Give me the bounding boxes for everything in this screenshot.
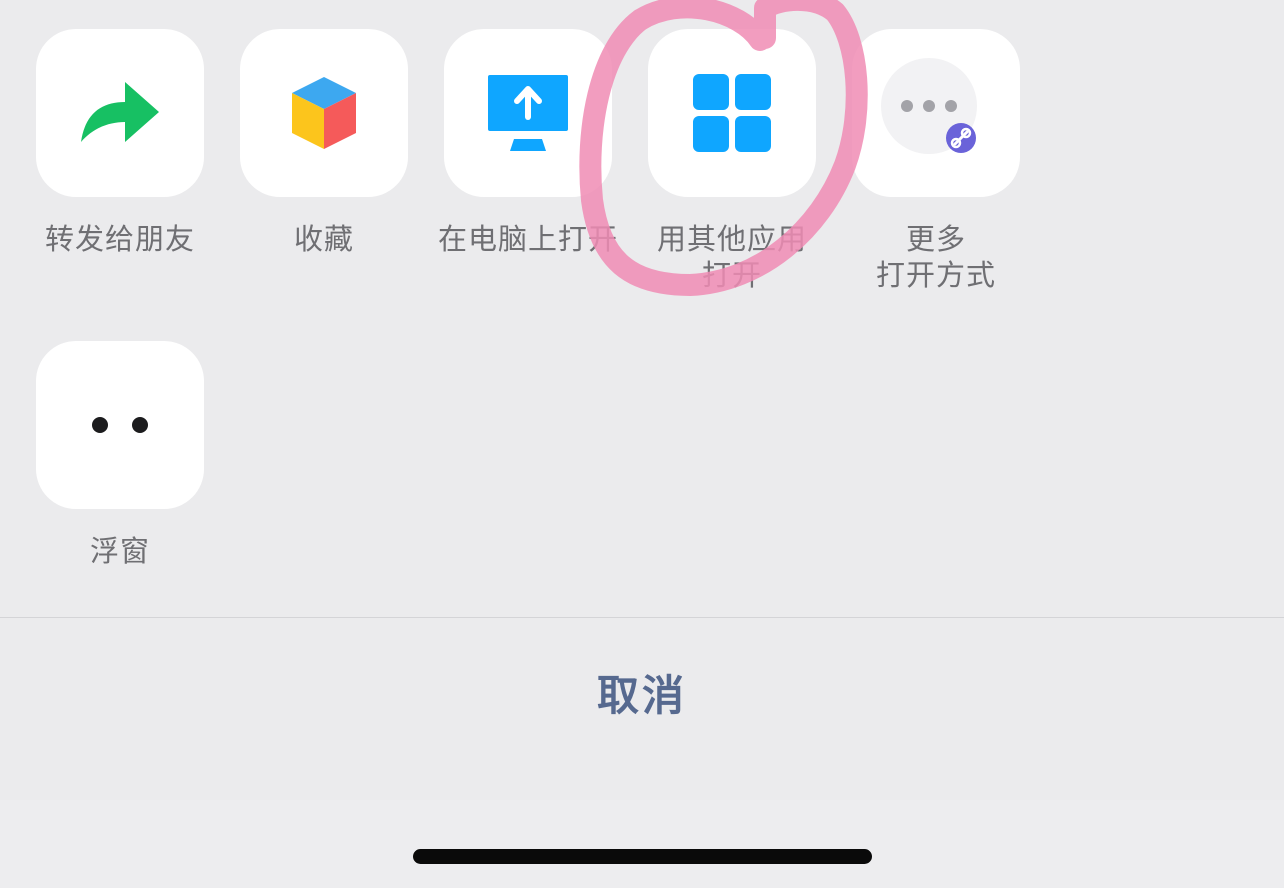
- action-open-on-computer[interactable]: 在电脑上打开: [426, 29, 630, 257]
- cancel-label: 取消: [596, 670, 687, 720]
- forward-arrow-icon: [81, 82, 159, 142]
- home-indicator[interactable]: [413, 849, 872, 864]
- action-label-line: 打开方式: [875, 258, 996, 292]
- cancel-button[interactable]: 取消: [0, 618, 1284, 768]
- float-window-dots-icon: [92, 417, 148, 433]
- more-dots-icon: [881, 58, 977, 154]
- action-tile[interactable]: [36, 29, 204, 197]
- action-label-line: 浮窗: [89, 534, 150, 568]
- action-label: 更多 打开方式: [834, 221, 1038, 293]
- action-label-line: 转发给朋友: [44, 222, 195, 256]
- action-label-line: 打开: [701, 258, 762, 292]
- share-sheet: 转发给朋友 收藏 在电脑上打开 用其他应用 打开 更多 打开方式 浮窗 取消: [0, 0, 1284, 888]
- action-label-line: 收藏: [293, 222, 354, 256]
- monitor-upload-icon: [488, 75, 568, 151]
- bottom-safe-area: [0, 800, 1284, 888]
- action-label-line: 用其他应用: [656, 222, 807, 256]
- app-grid-icon: [693, 74, 771, 152]
- favorite-cube-icon: [292, 77, 356, 149]
- action-label: 转发给朋友: [18, 221, 222, 257]
- action-label-line: 更多: [905, 222, 966, 256]
- action-forward-to-friend[interactable]: 转发给朋友: [18, 29, 222, 257]
- action-tile[interactable]: [240, 29, 408, 197]
- action-tile[interactable]: [36, 341, 204, 509]
- action-float-window[interactable]: 浮窗: [18, 341, 222, 569]
- action-tile[interactable]: [648, 29, 816, 197]
- action-label-line: 在电脑上打开: [437, 222, 618, 256]
- action-label: 浮窗: [18, 533, 222, 569]
- action-favorite[interactable]: 收藏: [222, 29, 426, 257]
- action-label: 在电脑上打开: [426, 221, 630, 257]
- action-label: 收藏: [222, 221, 426, 257]
- action-label: 用其他应用 打开: [630, 221, 834, 293]
- action-open-with-other-app[interactable]: 用其他应用 打开: [630, 29, 834, 293]
- action-more-open-options[interactable]: 更多 打开方式: [834, 29, 1038, 293]
- action-tile[interactable]: [852, 29, 1020, 197]
- action-tile[interactable]: [444, 29, 612, 197]
